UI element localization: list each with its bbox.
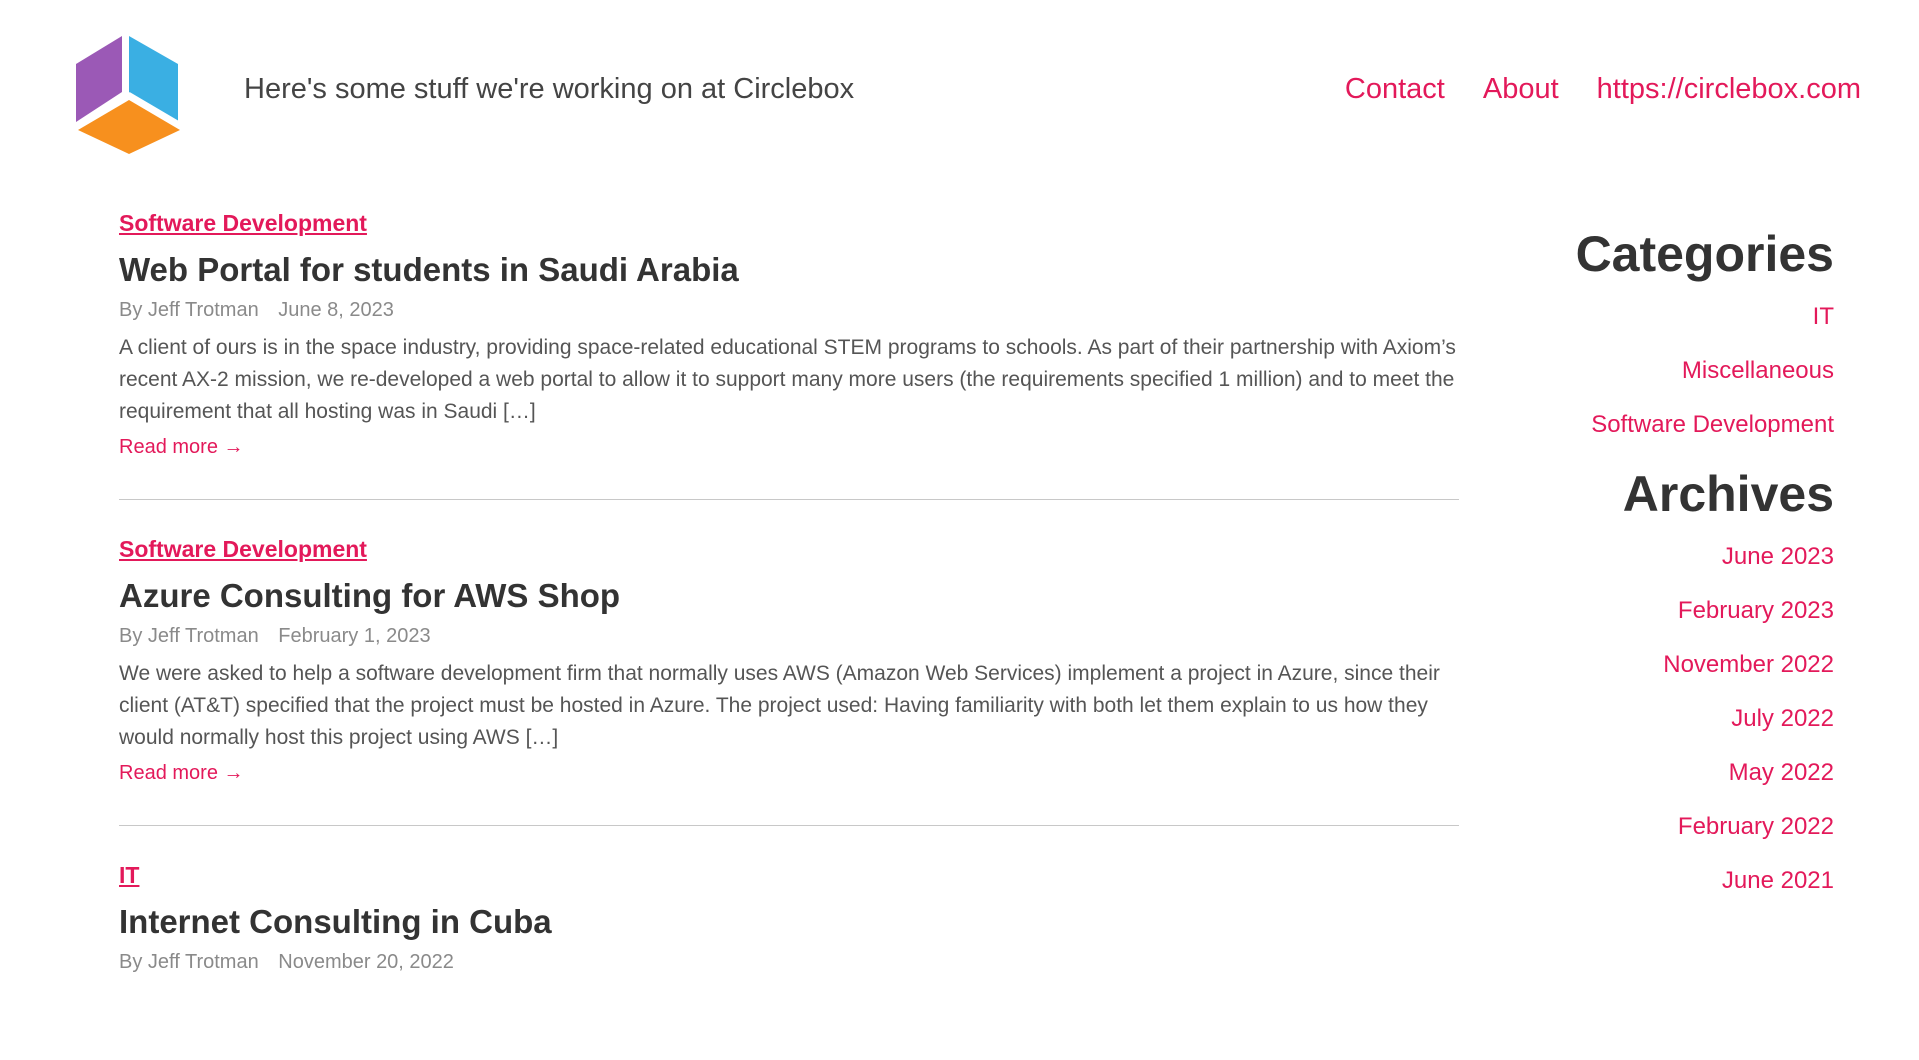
post-author: By Jeff Trotman	[119, 625, 259, 647]
post-excerpt: A client of ours is in the space industr…	[119, 336, 1456, 423]
post-date: June 8, 2023	[278, 299, 394, 321]
post-item: Software Development Azure Consulting fo…	[119, 536, 1459, 826]
post-item: IT Internet Consulting in Cuba By Jeff T…	[119, 862, 1459, 1024]
archive-item: February 2022	[1514, 813, 1834, 841]
site-header: Here's some stuff we're working on at Ci…	[0, 0, 1919, 180]
site-tagline: Here's some stuff we're working on at Ci…	[244, 73, 855, 105]
post-title[interactable]: Web Portal for students in Saudi Arabia	[119, 251, 1459, 289]
archives-list: June 2023 February 2023 November 2022 Ju…	[1514, 543, 1834, 895]
circlebox-cube-logo-icon[interactable]	[72, 26, 186, 154]
category-item: Miscellaneous	[1514, 357, 1834, 385]
category-link-miscellaneous[interactable]: Miscellaneous	[1682, 357, 1834, 384]
post-meta: By Jeff Trotman February 1, 2023	[119, 625, 1459, 648]
top-navigation: Contact About https://circlebox.com	[1345, 73, 1861, 106]
archive-item: July 2022	[1514, 705, 1834, 733]
archive-item: June 2021	[1514, 867, 1834, 895]
archives-heading: Archives	[1622, 466, 1834, 522]
category-link-it[interactable]: IT	[1813, 303, 1834, 330]
nav-contact-link[interactable]: Contact	[1345, 73, 1445, 106]
categories-list: IT Miscellaneous Software Development	[1514, 303, 1834, 439]
sidebar: Categories IT Miscellaneous Software Dev…	[1514, 225, 1834, 921]
post-date: November 20, 2022	[278, 951, 454, 973]
post-date: February 1, 2023	[278, 625, 431, 647]
post-author: By Jeff Trotman	[119, 299, 259, 321]
post-author: By Jeff Trotman	[119, 951, 259, 973]
archive-link[interactable]: February 2022	[1678, 813, 1834, 840]
post-meta: By Jeff Trotman June 8, 2023	[119, 299, 1459, 322]
nav-circlebox-link[interactable]: https://circlebox.com	[1597, 73, 1861, 106]
archive-link[interactable]: June 2023	[1722, 543, 1834, 570]
archive-link[interactable]: February 2023	[1678, 597, 1834, 624]
archive-item: June 2023	[1514, 543, 1834, 571]
category-item: IT	[1514, 303, 1834, 331]
archive-item: November 2022	[1514, 651, 1834, 679]
category-link-software-development[interactable]: Software Development	[1591, 411, 1834, 438]
post-list: Software Development Web Portal for stud…	[119, 210, 1459, 1060]
post-excerpt: We were asked to help a software develop…	[119, 662, 1440, 749]
archive-link[interactable]: June 2021	[1722, 867, 1834, 894]
post-title[interactable]: Internet Consulting in Cuba	[119, 903, 1459, 941]
categories-heading: Categories	[1575, 226, 1834, 282]
archive-link[interactable]: May 2022	[1729, 759, 1834, 786]
read-more-link[interactable]: Read more →	[119, 436, 244, 458]
post-category-link[interactable]: Software Development	[119, 210, 367, 237]
post-title[interactable]: Azure Consulting for AWS Shop	[119, 577, 1459, 615]
read-more-link[interactable]: Read more →	[119, 762, 244, 784]
archive-item: February 2023	[1514, 597, 1834, 625]
nav-about-link[interactable]: About	[1483, 73, 1559, 106]
category-item: Software Development	[1514, 411, 1834, 439]
post-category-link[interactable]: IT	[119, 862, 139, 889]
archive-link[interactable]: July 2022	[1731, 705, 1834, 732]
post-item: Software Development Web Portal for stud…	[119, 210, 1459, 500]
post-category-link[interactable]: Software Development	[119, 536, 367, 563]
archive-item: May 2022	[1514, 759, 1834, 787]
archive-link[interactable]: November 2022	[1663, 651, 1834, 678]
post-meta: By Jeff Trotman November 20, 2022	[119, 951, 1459, 974]
